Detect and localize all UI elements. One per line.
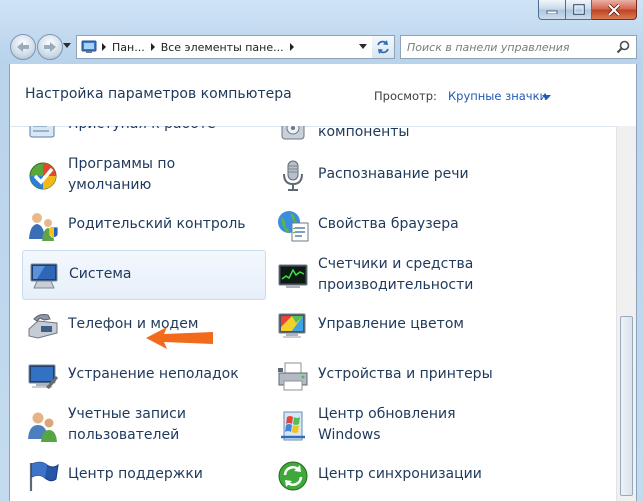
item-label-line2: Windows — [318, 427, 381, 443]
item-devices-printers[interactable]: Устройства и принтеры — [272, 352, 517, 398]
minimize-button[interactable] — [538, 0, 566, 20]
refresh-icon — [377, 40, 389, 54]
item-label-line2: пользователей — [68, 427, 180, 443]
address-dropdown-icon[interactable] — [359, 44, 367, 49]
item-color-management[interactable]: Управление цветом — [272, 302, 517, 348]
item-label: Учетные записи пользователей — [68, 404, 186, 446]
item-user-accounts[interactable]: Учетные записи пользователей — [22, 402, 267, 448]
sync-center-icon — [278, 461, 308, 491]
pointer-arrow-icon — [146, 327, 213, 349]
refresh-button[interactable] — [372, 35, 395, 59]
windows-update-icon — [281, 411, 305, 441]
address-bar[interactable]: Пан... Все элементы пане... — [76, 35, 374, 59]
item-system[interactable]: Система — [22, 250, 266, 300]
item-performance[interactable]: Счетчики и средства производительности — [272, 252, 517, 298]
search-input[interactable] — [401, 38, 616, 56]
vertical-scrollbar[interactable] — [616, 126, 636, 501]
item-windows-update[interactable]: Центр обновления Windows — [272, 402, 517, 448]
item-label: Свойства браузера — [318, 216, 459, 232]
breadcrumb-separator-icon — [150, 43, 155, 51]
view-mode-selector[interactable]: Крупные значки — [448, 89, 547, 103]
parental-control-icon — [29, 213, 59, 241]
item-label-line2: производительности — [318, 277, 474, 293]
item-label-line1: Счетчики и средства — [318, 256, 474, 272]
view-label: Просмотр: — [374, 89, 437, 103]
item-programs-features[interactable]: компоненты — [272, 126, 517, 148]
microphone-icon — [283, 160, 303, 191]
system-icon — [30, 263, 58, 289]
item-label-line1: Центр обновления — [318, 406, 456, 422]
item-getting-started[interactable]: Приступая к работе — [22, 126, 267, 148]
content-pane: Настройка параметров компьютера Просмотр… — [9, 64, 637, 501]
item-speech-recognition[interactable]: Распознавание речи — [272, 152, 517, 198]
maximize-button[interactable] — [566, 0, 592, 20]
color-management-icon — [278, 313, 306, 338]
item-sync-center[interactable]: Центр синхронизации — [272, 452, 517, 498]
phone-modem-icon — [28, 314, 58, 339]
item-label: Центр обновления Windows — [318, 404, 456, 446]
item-label: Центр синхронизации — [318, 466, 482, 482]
history-dropdown-icon[interactable] — [63, 43, 71, 49]
breadcrumb-separator-icon — [289, 43, 294, 51]
item-default-programs[interactable]: Программы по умолчанию — [22, 152, 267, 198]
item-label: Управление цветом — [318, 316, 464, 332]
programs-features-icon — [281, 126, 305, 140]
printer-icon — [278, 362, 308, 391]
item-label: Родительский контроль — [68, 216, 246, 232]
item-label: Программы по умолчанию — [68, 154, 175, 196]
close-button[interactable] — [592, 0, 637, 20]
forward-arrow-icon — [44, 42, 56, 52]
breadcrumb-separator-icon — [102, 43, 106, 51]
item-label: Устройства и принтеры — [318, 366, 493, 382]
action-center-icon — [29, 461, 59, 491]
performance-icon — [278, 264, 308, 288]
item-internet-options[interactable]: Свойства браузера — [272, 202, 517, 248]
item-troubleshooting[interactable]: Устранение неполадок — [22, 352, 267, 398]
control-panel-icon — [81, 40, 97, 53]
item-label: Приступая к работе — [68, 126, 216, 135]
item-parental-control[interactable]: Родительский контроль — [22, 202, 267, 248]
internet-options-icon — [278, 211, 309, 242]
maximize-icon — [572, 4, 585, 15]
troubleshooting-icon — [28, 364, 58, 389]
item-label-line1: Учетные записи — [68, 406, 186, 422]
content-header: Настройка параметров компьютера Просмотр… — [10, 64, 636, 127]
back-forward-group — [10, 34, 72, 60]
item-label: Устранение неполадок — [68, 366, 239, 382]
search-icon[interactable] — [616, 40, 630, 54]
getting-started-icon — [29, 126, 55, 138]
caption-buttons — [538, 0, 637, 20]
item-label: Центр поддержки — [68, 466, 203, 482]
scrollbar-thumb[interactable] — [620, 316, 633, 496]
close-icon — [607, 3, 621, 16]
navigation-bar: Пан... Все элементы пане... — [10, 34, 637, 60]
page-title: Настройка параметров компьютера — [25, 86, 292, 102]
forward-button[interactable] — [37, 34, 63, 60]
default-programs-icon — [29, 162, 57, 190]
item-label: Распознавание речи — [318, 166, 469, 182]
item-label: компоненты — [318, 126, 410, 140]
item-action-center[interactable]: Центр поддержки — [22, 452, 267, 498]
item-label: Счетчики и средства производительности — [318, 254, 473, 296]
item-label-line2: умолчанию — [68, 177, 152, 193]
minimize-icon — [546, 10, 558, 14]
control-panel-window: Пан... Все элементы пане... Настройка па… — [0, 0, 643, 501]
search-box — [400, 35, 637, 59]
breadcrumb-control-panel[interactable]: Пан... — [112, 41, 145, 54]
items-grid: Приступая к работе Программы по умолчани… — [10, 126, 616, 501]
user-accounts-icon — [28, 412, 57, 442]
view-mode-dropdown-icon[interactable] — [542, 95, 551, 100]
item-label-line1: Программы по — [68, 156, 176, 172]
back-arrow-icon — [17, 42, 29, 52]
item-label: Система — [69, 266, 132, 282]
breadcrumb-all-items[interactable]: Все элементы пане... — [161, 41, 284, 54]
back-button[interactable] — [10, 34, 36, 60]
